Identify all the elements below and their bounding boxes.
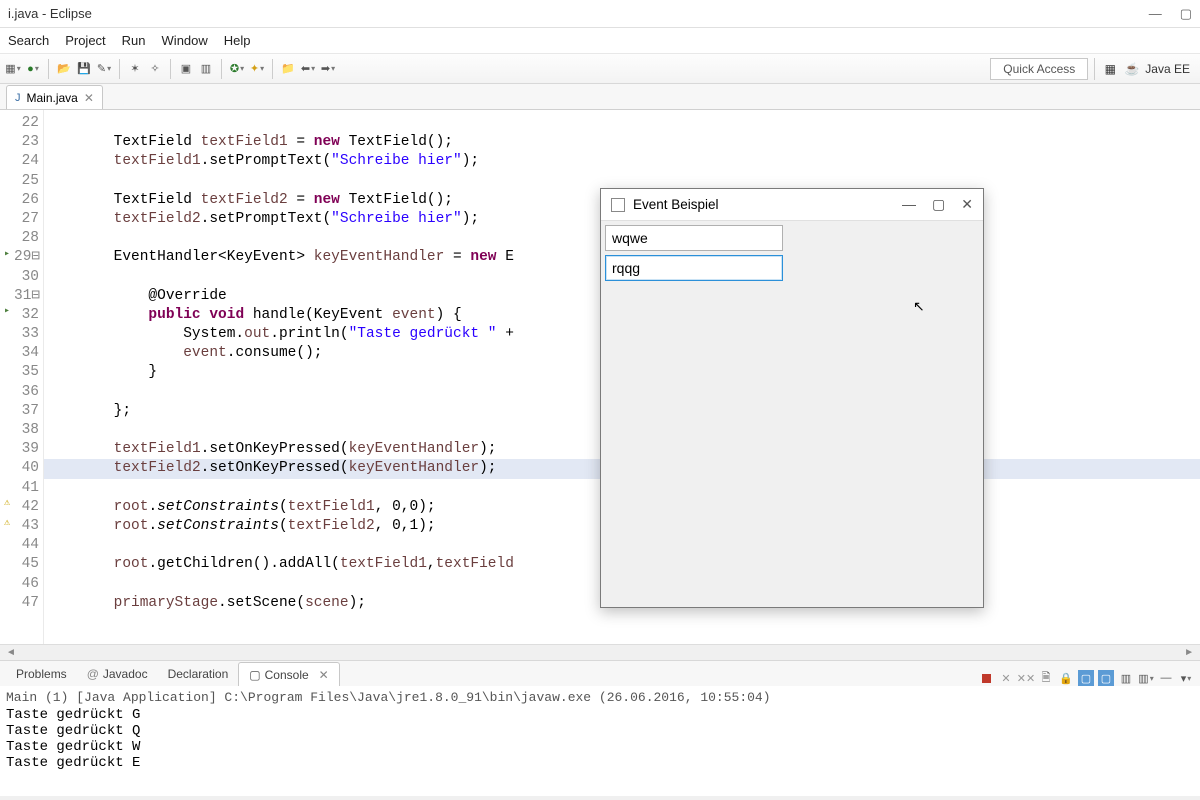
menu-project[interactable]: Project (65, 33, 105, 48)
minimize-view-button[interactable]: — (1158, 670, 1174, 686)
terminate-button[interactable] (978, 670, 994, 686)
scroll-right-icon[interactable]: ► (1184, 647, 1194, 658)
debug-button[interactable]: ✪ (228, 60, 246, 78)
view-menu-button[interactable]: ▾ (1178, 670, 1194, 686)
editor-tab-main[interactable]: J Main.java ✕ (6, 85, 103, 109)
app-minimize-button[interactable]: — (902, 196, 916, 213)
console-toolbar: ✕ ✕✕ 🗎 🔒 ▢ ▢ ▥ ▥ — ▾ (978, 670, 1200, 686)
tab-javadoc[interactable]: @Javadoc (77, 662, 158, 686)
save-button[interactable]: 💾 (75, 60, 93, 78)
pin-console-button[interactable]: ▢ (1098, 670, 1114, 686)
console-output[interactable]: Main (1) [Java Application] C:\Program F… (0, 686, 1200, 796)
textfield-1[interactable] (605, 225, 783, 251)
run-description: Main (1) [Java Application] C:\Program F… (6, 690, 1194, 705)
console-line: Taste gedrückt W (6, 739, 1194, 755)
console-line: Taste gedrückt G (6, 707, 1194, 723)
run-button[interactable]: ✦ (248, 60, 266, 78)
open-type-button[interactable]: 📁 (279, 60, 297, 78)
main-toolbar: ▦ ● 📂 💾 ✎ ✶ ✧ ▣ ▥ ✪ ✦ 📁 ⬅ ➡ Quick Access… (0, 54, 1200, 84)
toggle-button[interactable]: ✶ (126, 60, 144, 78)
console-line: Taste gedrückt E (6, 755, 1194, 771)
editor-tabstrip: J Main.java ✕ (0, 84, 1200, 110)
clear-console-button[interactable]: 🗎 (1038, 670, 1054, 686)
textfield-2[interactable] (605, 255, 783, 281)
java-file-icon: J (15, 92, 21, 104)
bottom-panel-tabstrip: Problems @Javadoc Declaration ▢Console ✕… (0, 660, 1200, 686)
stop-button[interactable]: ▣ (177, 60, 195, 78)
app-window-title: Event Beispiel (633, 197, 719, 212)
scroll-left-icon[interactable]: ◄ (6, 647, 16, 658)
editor-tab-label: Main.java (27, 91, 78, 105)
menu-window[interactable]: Window (162, 33, 208, 48)
remove-launch-button[interactable]: ✕ (998, 670, 1014, 686)
display-selected-button[interactable]: ▥ (1118, 670, 1134, 686)
back-button[interactable]: ⬅ (299, 60, 317, 78)
console-tab-close-icon[interactable]: ✕ (319, 668, 329, 682)
forward-button[interactable]: ➡ (319, 60, 337, 78)
wand-button[interactable]: ✧ (146, 60, 164, 78)
window-maximize-button[interactable]: ▢ (1180, 6, 1192, 22)
open-button[interactable]: 📂 (55, 60, 73, 78)
editor-tab-close-icon[interactable]: ✕ (84, 91, 94, 105)
console-line: Taste gedrückt Q (6, 723, 1194, 739)
editor-horizontal-scrollbar[interactable]: ◄ ► (0, 644, 1200, 660)
editor-gutter-numbers: 2223242526272829⊟3031⊟323334353637383940… (14, 110, 44, 644)
editor-gutter-icons: ▸▸⚠⚠ (0, 110, 14, 644)
quick-access-input[interactable]: Quick Access (990, 58, 1088, 80)
java-cup-icon (611, 198, 625, 212)
java-ee-perspective-icon[interactable]: ☕ (1123, 60, 1141, 78)
app-titlebar[interactable]: Event Beispiel — ▢ ✕ (601, 189, 983, 221)
mouse-cursor-icon: ↖ (913, 298, 925, 315)
menubar: Search Project Run Window Help (0, 28, 1200, 54)
perspective-label[interactable]: Java EE (1145, 62, 1190, 76)
window-minimize-button[interactable]: — (1149, 6, 1162, 22)
window-titlebar: i.java - Eclipse — ▢ (0, 0, 1200, 28)
new-button[interactable]: ▦ (4, 60, 22, 78)
window-title: i.java - Eclipse (8, 6, 92, 21)
show-console-button[interactable]: ▢ (1078, 670, 1094, 686)
new-wizard-button[interactable]: ● (24, 60, 42, 78)
app-close-button[interactable]: ✕ (961, 196, 973, 213)
menu-help[interactable]: Help (224, 33, 251, 48)
app-maximize-button[interactable]: ▢ (932, 196, 945, 213)
tab-declaration[interactable]: Declaration (158, 662, 239, 686)
open-console-button[interactable]: ▥ (1138, 670, 1154, 686)
tab-console[interactable]: ▢Console ✕ (238, 662, 339, 686)
edit-button[interactable]: ✎ (95, 60, 113, 78)
layout-button[interactable]: ▥ (197, 60, 215, 78)
menu-search[interactable]: Search (8, 33, 49, 48)
javafx-app-window: Event Beispiel — ▢ ✕ (600, 188, 984, 608)
remove-all-button[interactable]: ✕✕ (1018, 670, 1034, 686)
window-controls: — ▢ (1149, 6, 1192, 22)
tab-problems[interactable]: Problems (6, 662, 77, 686)
open-perspective-button[interactable]: ▦ (1101, 60, 1119, 78)
scroll-lock-button[interactable]: 🔒 (1058, 670, 1074, 686)
menu-run[interactable]: Run (122, 33, 146, 48)
